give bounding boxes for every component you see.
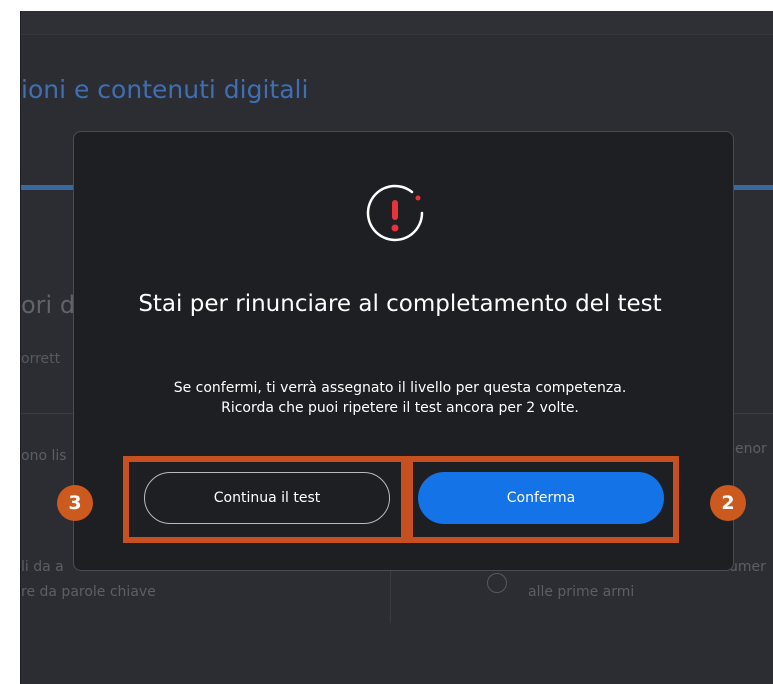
annotation-highlight-confirm <box>407 456 679 543</box>
annotation-highlight-continue <box>123 456 407 543</box>
background-right-bottom-edge: umer <box>729 559 766 575</box>
alert-exclamation-icon <box>366 184 424 242</box>
dialog-title: Stai per rinunciare al completamento del… <box>138 291 662 317</box>
background-page-title: ioni e contenuti digitali <box>21 75 309 104</box>
background-top-bar <box>21 11 773 35</box>
background-left-row-text: ono lis <box>21 448 67 464</box>
background-radio-icon <box>487 573 507 593</box>
background-section-title: ori d <box>21 291 76 319</box>
background-left-bottom-line2: re da parole chiave <box>21 584 156 600</box>
background-option-label: alle prime armi <box>528 584 635 600</box>
dialog-message: Se confermi, ti verrà assegnato il livel… <box>173 380 627 416</box>
annotation-badge-3: 3 <box>57 485 93 521</box>
background-subtitle: orrett <box>21 351 61 367</box>
annotation-badge-2: 2 <box>710 485 746 521</box>
background-right-row-text: enor <box>735 441 767 457</box>
background-left-bottom-line1: li da a <box>21 559 64 575</box>
